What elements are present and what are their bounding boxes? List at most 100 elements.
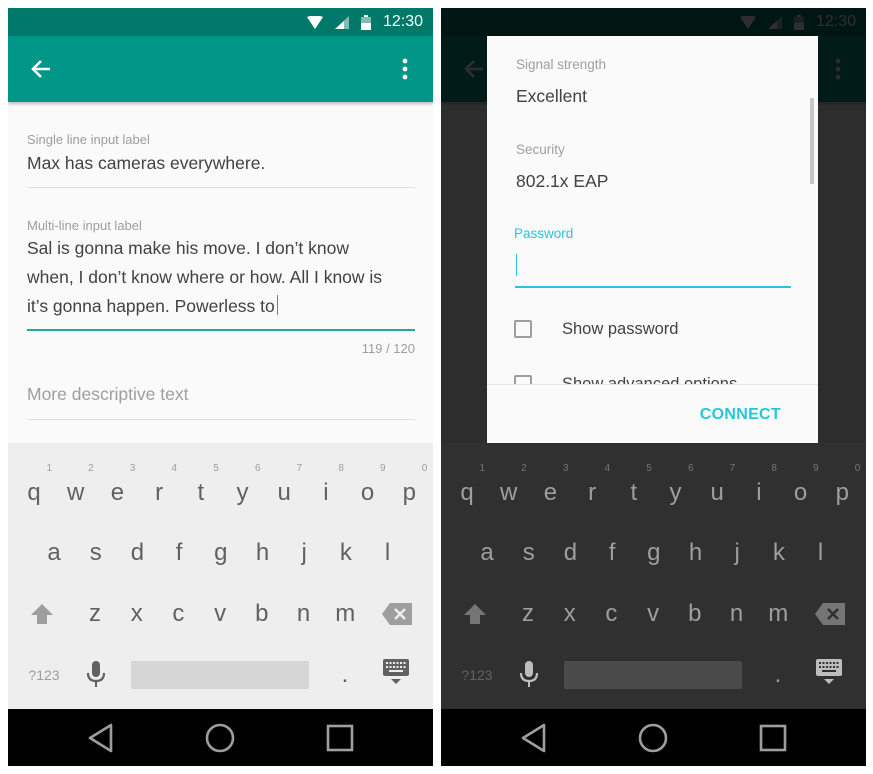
key-l[interactable]: l — [368, 517, 408, 573]
key-s[interactable]: s — [509, 517, 549, 573]
keyboard-light: 1 q 2 w 3 e 4 r 5 t 6 y 7 u 8 i 9 o 0 p a s d f g h j k l z x c v b n m ?123… — [8, 443, 433, 709]
key-p[interactable]: 0p — [822, 457, 862, 513]
multi-line-field[interactable]: Multi-line input label Sal is gonna make… — [27, 218, 415, 368]
key-x[interactable]: x — [550, 578, 590, 634]
key-v[interactable]: v — [200, 578, 240, 634]
backspace-key[interactable] — [376, 578, 420, 634]
key-o[interactable]: 9o — [348, 457, 388, 513]
space-key[interactable] — [564, 661, 742, 689]
key-w[interactable]: 2w — [56, 457, 96, 513]
key-j[interactable]: j — [284, 517, 324, 573]
key-h[interactable]: h — [676, 517, 716, 573]
nav-home-button[interactable] — [203, 721, 237, 755]
multi-line-value[interactable]: Sal is gonna make his move. I don’t know… — [27, 234, 415, 321]
key-l[interactable]: l — [801, 517, 841, 573]
key-u[interactable]: 7u — [697, 457, 737, 513]
key-hint: 5 — [646, 463, 652, 474]
key-r[interactable]: 4r — [139, 457, 179, 513]
key-k[interactable]: k — [326, 517, 366, 573]
show-password-checkbox[interactable] — [514, 320, 532, 338]
symbols-key[interactable]: ?123 — [455, 639, 499, 695]
nav-recents-button[interactable] — [756, 721, 790, 755]
key-b[interactable]: b — [242, 578, 282, 634]
key-p[interactable]: 0p — [389, 457, 429, 513]
key-g[interactable]: g — [201, 517, 241, 573]
key-n[interactable]: n — [717, 578, 757, 634]
key-m[interactable]: m — [325, 578, 365, 634]
shift-icon — [464, 604, 486, 624]
key-hint: 3 — [562, 463, 569, 474]
period-key[interactable]: . — [758, 639, 798, 695]
key-i[interactable]: 8i — [306, 457, 346, 513]
period-key[interactable]: . — [325, 639, 365, 695]
key-label: e — [110, 479, 125, 506]
keyboard-hide-key[interactable] — [376, 639, 416, 695]
single-line-field[interactable]: Single line input label Max has cameras … — [27, 132, 415, 196]
key-label: r — [588, 479, 597, 506]
key-label: c — [605, 600, 618, 627]
more-vert-icon[interactable] — [395, 54, 415, 84]
key-t[interactable]: 5t — [614, 457, 654, 513]
key-y[interactable]: 6y — [656, 457, 696, 513]
key-n[interactable]: n — [284, 578, 324, 634]
key-t[interactable]: 5t — [181, 457, 221, 513]
show-password-checkbox-row[interactable]: Show password — [514, 316, 678, 342]
key-q[interactable]: 1q — [14, 457, 54, 513]
key-h[interactable]: h — [243, 517, 283, 573]
key-o[interactable]: 9o — [781, 457, 821, 513]
key-x[interactable]: x — [117, 578, 157, 634]
dialog-scrollbar[interactable] — [810, 98, 814, 184]
nav-back-button[interactable] — [86, 721, 120, 755]
key-z[interactable]: z — [75, 578, 115, 634]
key-hint: 0 — [854, 463, 861, 474]
key-label: j — [301, 539, 307, 566]
key-q[interactable]: 1q — [447, 457, 487, 513]
password-input[interactable] — [515, 250, 791, 288]
nav-home-button[interactable] — [636, 721, 670, 755]
key-s[interactable]: s — [76, 517, 116, 573]
shift-key[interactable] — [22, 578, 62, 634]
key-c[interactable]: c — [158, 578, 198, 634]
key-b[interactable]: b — [675, 578, 715, 634]
key-u[interactable]: 7u — [264, 457, 304, 513]
backspace-key[interactable] — [809, 578, 853, 634]
key-w[interactable]: 2w — [489, 457, 529, 513]
nav-recents-button[interactable] — [323, 721, 357, 755]
key-m[interactable]: m — [758, 578, 798, 634]
symbols-key[interactable]: ?123 — [22, 639, 66, 695]
key-r[interactable]: 4r — [572, 457, 612, 513]
key-a[interactable]: a — [467, 517, 507, 573]
key-c[interactable]: c — [591, 578, 631, 634]
key-v[interactable]: v — [633, 578, 673, 634]
key-f[interactable]: f — [592, 517, 632, 573]
multi-line-text-line: Sal is gonna make his move. I don’t know — [27, 238, 349, 258]
space-key[interactable] — [131, 661, 309, 689]
key-z[interactable]: z — [508, 578, 548, 634]
arrow-back-icon[interactable] — [26, 54, 56, 84]
keyboard-hide-key[interactable] — [809, 639, 849, 695]
key-j[interactable]: j — [717, 517, 757, 573]
recents-square-icon — [326, 724, 354, 752]
key-a[interactable]: a — [34, 517, 74, 573]
nav-bar — [8, 709, 433, 766]
key-e[interactable]: 3e — [530, 457, 570, 513]
key-d[interactable]: d — [550, 517, 590, 573]
nav-back-button[interactable] — [519, 721, 553, 755]
key-hint: 1 — [46, 463, 52, 474]
shift-key[interactable] — [455, 578, 495, 634]
mic-key[interactable] — [76, 639, 116, 695]
key-k[interactable]: k — [759, 517, 799, 573]
descriptive-text-field[interactable]: More descriptive text — [27, 384, 415, 428]
key-e[interactable]: 3e — [97, 457, 137, 513]
show-password-label: Show password — [562, 319, 679, 338]
key-i[interactable]: 8i — [739, 457, 779, 513]
key-f[interactable]: f — [159, 517, 199, 573]
key-y[interactable]: 6y — [223, 457, 263, 513]
connect-button[interactable]: CONNECT — [700, 406, 781, 424]
key-label: i — [323, 479, 329, 506]
mic-key[interactable] — [509, 639, 549, 695]
single-line-value[interactable]: Max has cameras everywhere. — [27, 149, 415, 178]
key-d[interactable]: d — [117, 517, 157, 573]
key-g[interactable]: g — [634, 517, 674, 573]
multi-line-text-line: when, I don’t know where or how. All I k… — [27, 267, 383, 287]
